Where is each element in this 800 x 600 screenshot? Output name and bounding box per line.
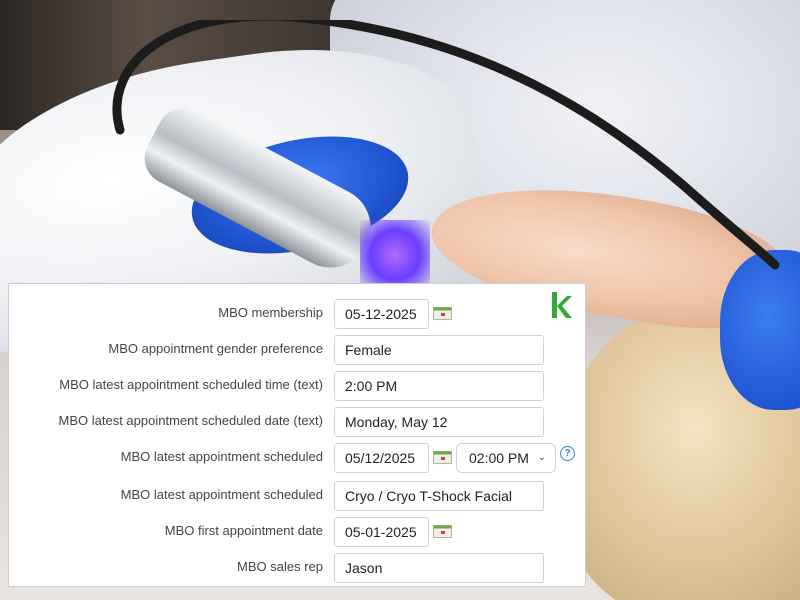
field-row-scheduled-time-text: MBO latest appointment scheduled time (t… [9, 371, 587, 401]
field-row-first-appointment-date: MBO first appointment date 05-01-2025 [9, 517, 587, 547]
field-row-mbo-membership: MBO membership 05-12-2025 [9, 299, 587, 329]
field-label: MBO latest appointment scheduled date (t… [58, 413, 323, 428]
mbo-membership-date-input[interactable]: 05-12-2025 [334, 299, 429, 329]
scheduled-time-text-input[interactable]: 2:00 PM [334, 371, 544, 401]
field-row-scheduled-date-text: MBO latest appointment scheduled date (t… [9, 407, 587, 437]
calendar-icon[interactable] [433, 451, 452, 464]
calendar-icon[interactable] [433, 525, 452, 538]
sales-rep-input[interactable]: Jason [334, 553, 544, 583]
field-row-sales-rep: MBO sales rep Jason [9, 553, 587, 583]
latest-appointment-service-input[interactable]: Cryo / Cryo T-Shock Facial [334, 481, 544, 511]
field-row-latest-appointment-datetime: MBO latest appointment scheduled 05/12/2… [9, 443, 587, 473]
gender-preference-input[interactable]: Female [334, 335, 544, 365]
field-label: MBO latest appointment scheduled time (t… [59, 377, 323, 392]
field-label: MBO sales rep [237, 559, 323, 574]
latest-appointment-time-select[interactable]: 02:00 PM ⌄ [456, 443, 556, 473]
field-label: MBO latest appointment scheduled [120, 487, 323, 502]
field-row-gender-preference: MBO appointment gender preference Female [9, 335, 587, 365]
first-appointment-date-input[interactable]: 05-01-2025 [334, 517, 429, 547]
photo-cable [112, 20, 780, 270]
field-label: MBO membership [218, 305, 323, 320]
latest-appointment-date-input[interactable]: 05/12/2025 [334, 443, 429, 473]
field-label: MBO appointment gender preference [108, 341, 323, 356]
calendar-icon[interactable] [433, 307, 452, 320]
contact-custom-fields-panel: MBO membership 05-12-2025 MBO appointmen… [8, 283, 586, 587]
field-label: MBO first appointment date [164, 523, 323, 538]
field-label: MBO latest appointment scheduled [120, 449, 323, 464]
time-select-value: 02:00 PM [469, 450, 529, 466]
help-icon[interactable]: ? [560, 446, 575, 461]
field-row-latest-appointment-service: MBO latest appointment scheduled Cryo / … [9, 481, 587, 511]
scheduled-date-text-input[interactable]: Monday, May 12 [334, 407, 544, 437]
chevron-down-icon: ⌄ [537, 452, 546, 463]
